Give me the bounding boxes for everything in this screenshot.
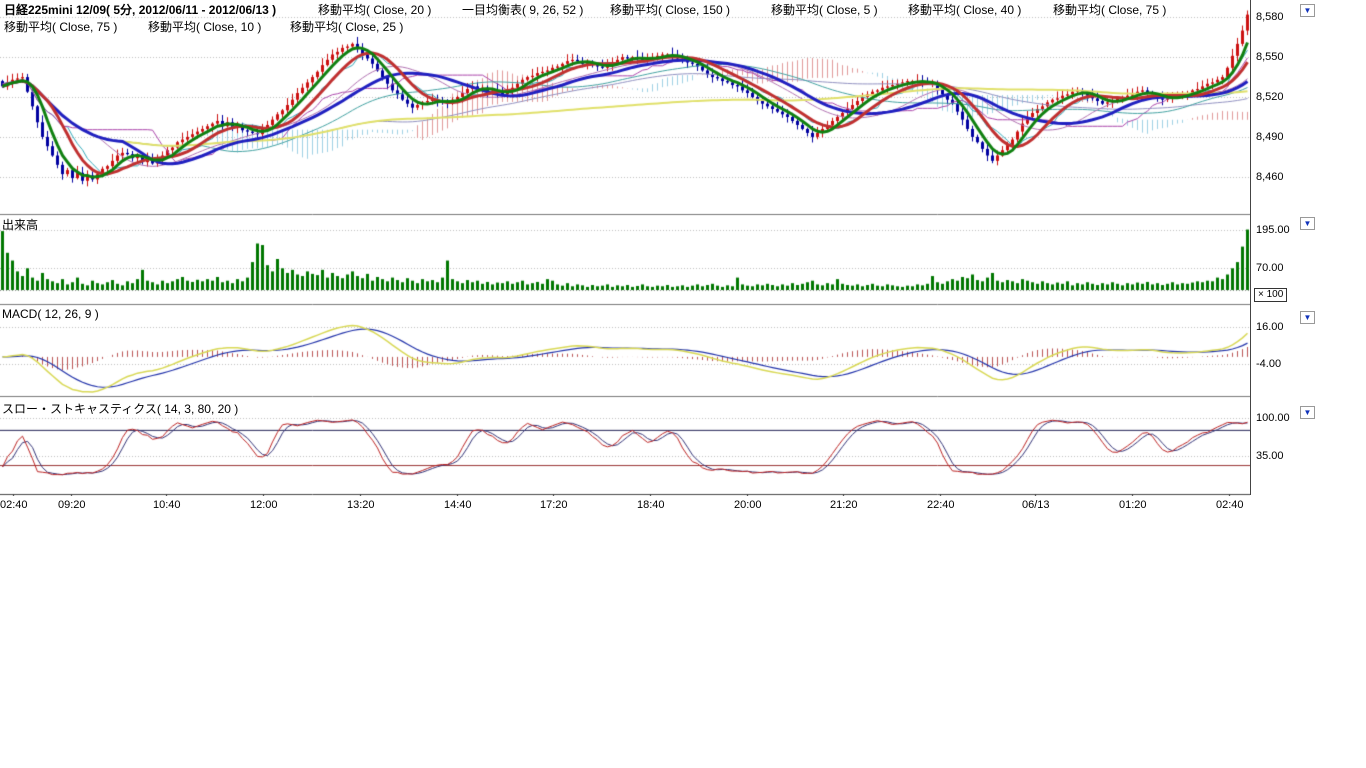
time-axis-label: 06/13 [1022, 499, 1050, 511]
stoch-panel-title: スロー・ストキャスティクス( 14, 3, 80, 20 ) [2, 400, 238, 417]
indicator-label: 移動平均( Close, 75 ) [4, 20, 117, 34]
price-axis-label: 8,580 [1256, 11, 1284, 23]
stoch-panel-dropdown-button[interactable]: ▼ [1300, 406, 1315, 419]
price-axis-label: 8,520 [1256, 91, 1284, 103]
chart-application-window: 日経225mini 12/09( 5分, 2012/06/11 - 2012/0… [0, 0, 1366, 768]
volume-panel-dropdown-button[interactable]: ▼ [1300, 217, 1315, 230]
time-axis-label: 18:40 [637, 499, 665, 511]
stoch-axis-label: 100.00 [1256, 412, 1290, 424]
indicator-label: 移動平均( Close, 150 ) [610, 3, 730, 17]
time-axis-label: 02:40 [1216, 499, 1244, 511]
macd-panel-dropdown-button[interactable]: ▼ [1300, 311, 1315, 324]
indicator-label: 移動平均( Close, 40 ) [908, 3, 1021, 17]
volume-panel-title: 出来高 [2, 216, 38, 233]
price-axis-border [1250, 0, 1251, 495]
time-axis-label: 02:40 [0, 499, 28, 511]
time-axis-label: 12:00 [250, 499, 278, 511]
indicator-label: 移動平均( Close, 5 ) [771, 3, 878, 17]
price-panel-dropdown-button[interactable]: ▼ [1300, 4, 1315, 17]
time-axis-label: 09:20 [58, 499, 86, 511]
price-axis-label: 8,550 [1256, 51, 1284, 63]
time-axis-label: 13:20 [347, 499, 375, 511]
time-axis-label: 21:20 [830, 499, 858, 511]
chart-title: 日経225mini 12/09( 5分, 2012/06/11 - 2012/0… [4, 3, 276, 17]
time-axis-label: 01:20 [1119, 499, 1147, 511]
indicator-label: 移動平均( Close, 75 ) [1053, 3, 1166, 17]
time-axis-label: 14:40 [444, 499, 472, 511]
price-axis-label: 8,490 [1256, 131, 1284, 143]
macd-axis-label: -4.00 [1256, 358, 1281, 370]
time-axis-label: 17:20 [540, 499, 568, 511]
dropdown-arrow-icon: ▼ [1304, 313, 1312, 322]
indicator-label: 移動平均( Close, 25 ) [290, 20, 403, 34]
time-axis-label: 20:00 [734, 499, 762, 511]
indicator-label: 一目均衡表( 9, 26, 52 ) [462, 3, 583, 17]
stoch-axis-label: 35.00 [1256, 450, 1284, 462]
dropdown-arrow-icon: ▼ [1304, 6, 1312, 15]
time-axis-label: 22:40 [927, 499, 955, 511]
indicator-label: 移動平均( Close, 20 ) [318, 3, 431, 17]
indicator-label: 移動平均( Close, 10 ) [148, 20, 261, 34]
dropdown-arrow-icon: ▼ [1304, 219, 1312, 228]
macd-panel-title: MACD( 12, 26, 9 ) [2, 307, 99, 321]
time-axis-label: 10:40 [153, 499, 181, 511]
price-axis-label: 8,460 [1256, 171, 1284, 183]
volume-axis-label: 195.00 [1256, 224, 1290, 236]
volume-unit-label: × 100 [1254, 288, 1287, 302]
dropdown-arrow-icon: ▼ [1304, 408, 1312, 417]
volume-axis-label: 70.00 [1256, 262, 1284, 274]
price-chart-canvas[interactable] [0, 0, 1250, 496]
macd-axis-label: 16.00 [1256, 321, 1284, 333]
